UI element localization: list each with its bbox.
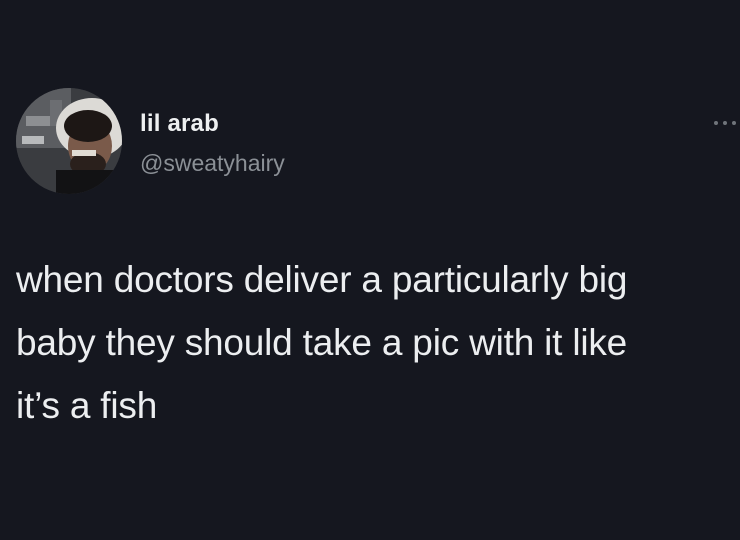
avatar[interactable] (16, 88, 122, 194)
tweet-text-line: it’s a fish (16, 385, 158, 426)
tweet-text-line: when doctors deliver a particularly big (16, 259, 628, 300)
ellipsis-dot (714, 121, 718, 125)
tweet-text: when doctors deliver a particularly big … (16, 248, 736, 437)
tweet-text-line: baby they should take a pic with it like (16, 322, 628, 363)
tweet-card: lil arab @sweatyhairy when doctors deliv… (0, 0, 740, 540)
display-name[interactable]: lil arab (140, 110, 219, 138)
ellipsis-icon[interactable] (714, 118, 736, 128)
avatar-photo (16, 88, 122, 194)
ellipsis-dot (723, 121, 727, 125)
user-handle[interactable]: @sweatyhairy (140, 150, 285, 177)
ellipsis-dot (732, 121, 736, 125)
